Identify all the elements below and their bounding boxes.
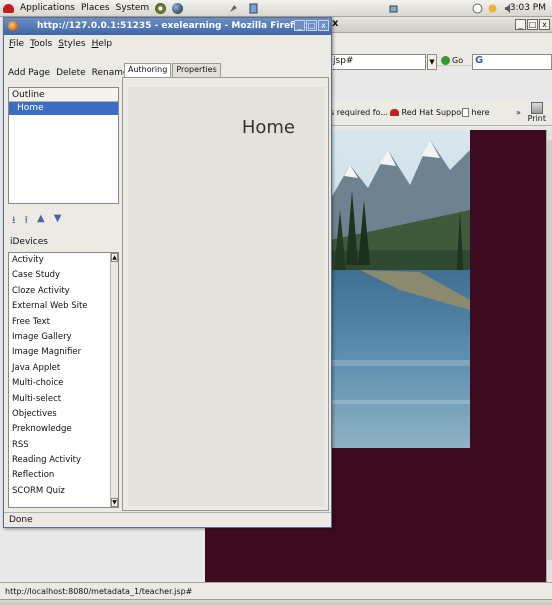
go-label: Go <box>452 56 464 65</box>
outline-toolbar: Add Page Delete Rename <box>8 68 129 78</box>
firefox-status-bar: http://localhost:8080/metadata_1/teacher… <box>0 582 552 599</box>
demote-icon[interactable]: ⭱ <box>25 213 29 230</box>
launcher-browser-icon[interactable] <box>172 2 184 14</box>
minimize-icon[interactable]: _ <box>515 19 526 30</box>
page-vertical-scrollbar[interactable] <box>546 130 552 582</box>
url-input[interactable]: jsp# <box>330 54 426 70</box>
move-down-icon[interactable]: ▼ <box>54 213 62 230</box>
panel-clock[interactable]: 3:03 PM <box>510 3 546 13</box>
idevice-item[interactable]: Preknowledge <box>9 422 118 437</box>
bookmarks-overflow-icon[interactable]: » <box>516 108 521 117</box>
menu-styles[interactable]: Styles <box>58 39 85 49</box>
exe-status-bar: Done <box>4 512 331 527</box>
outline-tree: Outline Home <box>8 87 119 204</box>
bookmark-label: Red Hat Support <box>401 108 468 117</box>
outline-arrow-buttons: ⭳ ⭱ ▲ ▼ <box>12 213 61 230</box>
gnome-top-panel: Applications Places System 3:03 PM <box>0 0 552 17</box>
bookmark-item[interactable]: s required fo... <box>330 108 388 117</box>
search-input[interactable]: G <box>472 54 552 70</box>
go-arrow-icon <box>441 56 450 65</box>
print-button[interactable]: Print <box>528 100 546 123</box>
bookmark-here[interactable]: here <box>462 108 490 117</box>
idevice-item[interactable]: Objectives <box>9 407 118 422</box>
menu-help[interactable]: Help <box>92 39 113 49</box>
idevice-item[interactable]: Multi-choice <box>9 376 118 391</box>
idevice-item[interactable]: Reading Activity <box>9 453 118 468</box>
scroll-down-icon[interactable]: ▼ <box>111 498 118 507</box>
exe-title-bar[interactable]: http://127.0.0.1:51235 - exelearning - M… <box>4 18 331 35</box>
bookmark-redhat-support[interactable]: Red Hat Support <box>390 108 468 117</box>
idevice-item[interactable]: Image Gallery <box>9 330 118 345</box>
lake-mountain-photo <box>330 130 470 448</box>
idevice-item[interactable]: Java Applet <box>9 361 118 376</box>
launcher-gear-icon[interactable] <box>155 2 167 14</box>
status-text: Done <box>9 515 33 525</box>
close-icon[interactable]: x <box>539 19 550 30</box>
update-icon[interactable] <box>472 3 483 14</box>
firefox-logo-icon <box>8 21 18 31</box>
url-dropdown-icon[interactable]: ▼ <box>427 54 437 70</box>
firefox-title-text: x <box>332 18 339 29</box>
launcher-notes-icon[interactable] <box>248 3 259 14</box>
launcher-tool-icon[interactable] <box>228 3 239 14</box>
print-label: Print <box>527 114 546 123</box>
idevice-item[interactable]: Reflection <box>9 468 118 483</box>
editor-tabs: Authoring Properties <box>124 63 222 78</box>
scrollbar-thumb[interactable] <box>547 140 552 560</box>
firefox-nav-toolbar: jsp# ▼ Go G <box>330 38 552 70</box>
panel-menu-system[interactable]: System <box>116 3 150 13</box>
exe-menu-bar: File Tools Styles Help <box>4 35 331 52</box>
redhat-logo-icon <box>3 3 14 13</box>
idevice-item[interactable]: SCORM Quiz <box>9 484 118 499</box>
go-button[interactable]: Go <box>441 56 463 65</box>
maximize-icon[interactable]: □ <box>306 20 317 31</box>
close-icon[interactable]: x <box>318 20 329 31</box>
idevices-list: Activity Case Study Cloze Activity Exter… <box>8 252 119 508</box>
menu-file[interactable]: File <box>9 39 24 49</box>
idevice-item[interactable]: External Web Site <box>9 299 118 314</box>
gnome-bottom-panel <box>0 599 552 605</box>
idevice-item[interactable]: Free Text <box>9 315 118 330</box>
weather-icon[interactable] <box>487 3 498 14</box>
network-icon[interactable] <box>388 3 399 14</box>
outline-item-home[interactable]: Home <box>9 102 118 115</box>
menu-tools[interactable]: Tools <box>30 39 52 49</box>
outline-header: Outline <box>9 88 118 102</box>
tab-authoring[interactable]: Authoring <box>124 63 172 78</box>
move-up-icon[interactable]: ▲ <box>37 213 45 230</box>
add-page-button[interactable]: Add Page <box>8 68 50 78</box>
minimize-icon[interactable]: _ <box>294 20 305 31</box>
search-engine-icon: G <box>475 55 484 66</box>
printer-icon <box>530 102 543 114</box>
firefox-title-bar: x _ □ x <box>330 17 552 33</box>
bookmarks-toolbar: s required fo... Red Hat Support here » … <box>330 100 552 126</box>
window-title: http://127.0.0.1:51235 - exelearning - M… <box>37 21 306 31</box>
panel-menu-applications[interactable]: Applications <box>20 3 75 13</box>
bookmark-label: here <box>471 108 490 117</box>
idevice-item[interactable]: Multi-select <box>9 392 118 407</box>
panel-menus: Applications Places System <box>0 2 184 14</box>
delete-button[interactable]: Delete <box>56 68 86 78</box>
idevices-heading: iDevices <box>10 237 48 247</box>
panel-menu-places[interactable]: Places <box>81 3 110 13</box>
exe-learning-window: http://127.0.0.1:51235 - exelearning - M… <box>3 17 332 528</box>
scroll-up-icon[interactable]: ▲ <box>111 253 118 262</box>
page-bookmark-icon <box>462 108 469 117</box>
status-text: http://localhost:8080/metadata_1/teacher… <box>5 587 193 596</box>
idevice-item[interactable]: Case Study <box>9 268 118 283</box>
idevice-item[interactable]: Cloze Activity <box>9 284 118 299</box>
authoring-area[interactable]: Home <box>128 87 325 506</box>
maximize-icon[interactable]: □ <box>527 19 538 30</box>
idevices-scrollbar[interactable]: ▲ ▼ <box>110 253 118 507</box>
idevice-item[interactable]: Activity <box>9 253 118 268</box>
idevice-item[interactable]: Image Magnifier <box>9 345 118 360</box>
promote-icon[interactable]: ⭳ <box>12 213 16 230</box>
idevice-item[interactable]: RSS <box>9 438 118 453</box>
tab-properties[interactable]: Properties <box>172 63 221 77</box>
redhat-bookmark-icon <box>390 109 399 116</box>
page-title: Home <box>241 117 295 138</box>
